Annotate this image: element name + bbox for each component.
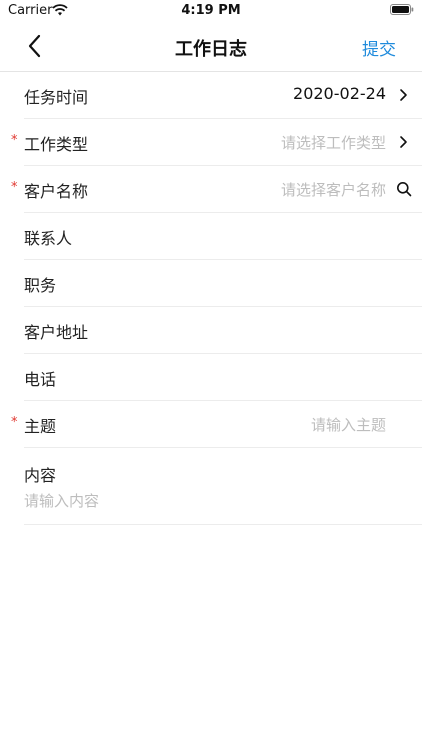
subject-label: 主题 — [24, 417, 57, 436]
required-mark: * — [11, 133, 18, 148]
chevron-right-icon — [400, 136, 407, 148]
subject-row[interactable]: * 主题 请输入主题 — [11, 401, 422, 448]
phone-row[interactable]: 电话 — [24, 354, 422, 401]
content-label: 内容 — [24, 466, 57, 485]
required-mark: * — [11, 180, 18, 195]
subject-input[interactable]: 请输入主题 — [311, 414, 386, 435]
content-textarea[interactable]: 请输入内容 — [24, 490, 99, 511]
task-time-value: 2020-02-24 — [293, 84, 386, 103]
contact-label: 联系人 — [24, 229, 73, 248]
status-time: 4:19 PM — [181, 3, 241, 18]
task-time-label: 任务时间 — [24, 88, 89, 107]
position-label: 职务 — [24, 276, 57, 295]
chevron-right-icon — [400, 89, 407, 101]
contact-row[interactable]: 联系人 — [24, 213, 422, 260]
required-mark: * — [11, 415, 18, 430]
content-row[interactable]: 内容 请输入内容 — [24, 448, 422, 525]
nav-bar: 工作日志 提交 — [0, 22, 422, 72]
customer-address-label: 客户地址 — [24, 323, 89, 342]
customer-name-row[interactable]: * 客户名称 请选择客户名称 — [11, 166, 422, 213]
work-type-label: 工作类型 — [24, 135, 89, 154]
page-title: 工作日志 — [175, 39, 247, 60]
status-bar: Carrier 4:19 PM — [0, 0, 422, 22]
search-icon[interactable] — [396, 181, 412, 197]
customer-name-placeholder: 请选择客户名称 — [280, 181, 386, 199]
submit-button[interactable]: 提交 — [362, 35, 396, 60]
customer-address-row[interactable]: 客户地址 — [24, 307, 422, 354]
phone-label: 电话 — [24, 370, 57, 389]
work-type-placeholder: 请选择工作类型 — [280, 134, 386, 152]
back-chevron-icon[interactable] — [22, 32, 50, 60]
work-log-form: 任务时间 2020-02-24 * 工作类型 请选择工作类型 * 客户名称 请选… — [0, 72, 422, 525]
customer-name-label: 客户名称 — [24, 182, 89, 201]
work-type-row[interactable]: * 工作类型 请选择工作类型 — [11, 119, 422, 166]
position-row[interactable]: 职务 — [24, 260, 422, 307]
task-time-row[interactable]: 任务时间 2020-02-24 — [24, 72, 422, 119]
battery-icon — [390, 4, 414, 15]
